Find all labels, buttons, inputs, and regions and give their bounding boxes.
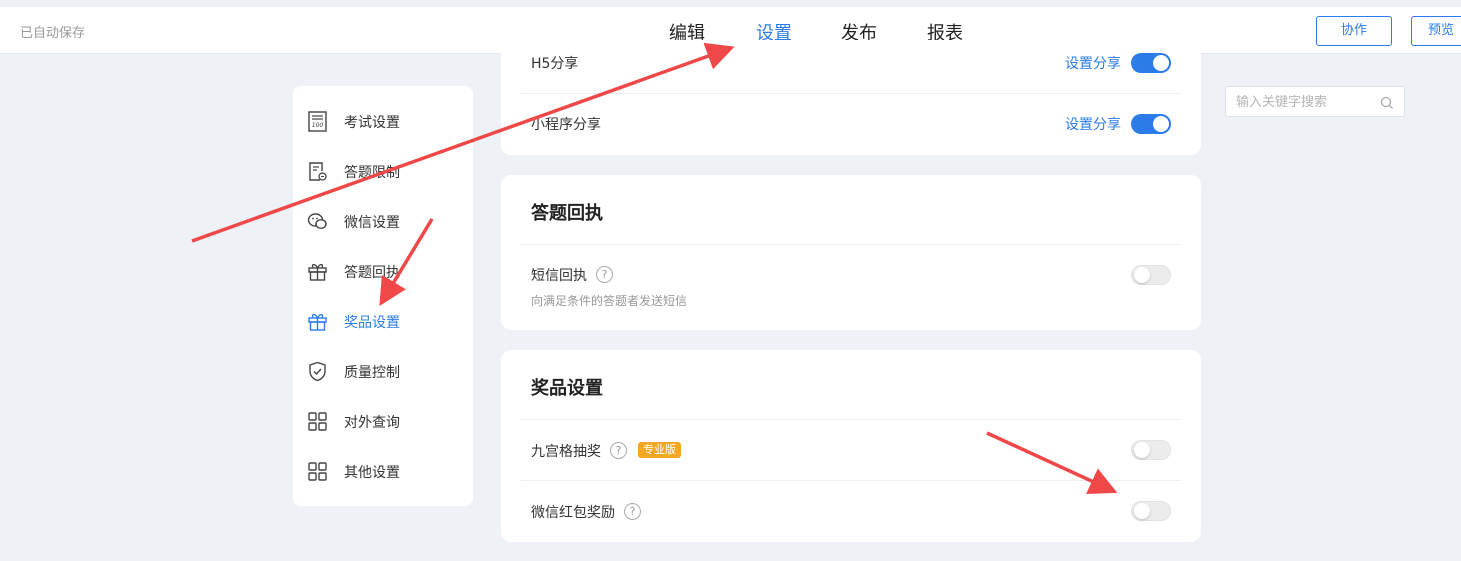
- wechat-icon: [307, 211, 328, 232]
- collaborate-button[interactable]: 协作: [1316, 16, 1392, 46]
- sidebar-item-answer-limit[interactable]: 答题限制: [293, 151, 473, 191]
- miniprogram-share-settings-link[interactable]: 设置分享: [1065, 114, 1121, 134]
- search-input[interactable]: [1236, 93, 1376, 111]
- h5-share-settings-link[interactable]: 设置分享: [1065, 53, 1121, 73]
- shield-check-icon: [307, 361, 328, 382]
- sidebar-item-label: 考试设置: [344, 115, 400, 131]
- sms-receipt-description: 向满足条件的答题者发送短信: [531, 294, 688, 308]
- sidebar-item-quality-control[interactable]: 质量控制: [293, 351, 473, 391]
- toggle-knob: [1134, 267, 1150, 283]
- toggle-knob: [1134, 503, 1150, 519]
- sidebar-item-label: 对外查询: [344, 415, 400, 431]
- doc-limit-icon: [307, 161, 328, 182]
- keyword-search-box[interactable]: [1225, 86, 1405, 117]
- svg-text:100: 100: [312, 122, 324, 129]
- grid-lottery-label: 九宫格抽奖: [531, 444, 601, 460]
- divider: [521, 93, 1181, 94]
- grid-lottery-toggle[interactable]: [1131, 440, 1171, 460]
- exam-sheet-icon: 100: [307, 111, 328, 132]
- sidebar-item-exam-settings[interactable]: 100 考试设置: [293, 101, 473, 141]
- gift-icon: [307, 311, 328, 332]
- h5-share-toggle[interactable]: [1131, 53, 1171, 73]
- grid-icon: [307, 461, 328, 482]
- miniprogram-share-label: 小程序分享: [531, 117, 601, 133]
- toggle-knob: [1134, 442, 1150, 458]
- sidebar-item-label: 答题限制: [344, 165, 400, 181]
- card-title: 答题回执: [531, 203, 603, 224]
- pro-version-badge: 专业版: [638, 442, 681, 458]
- wechat-redpacket-toggle[interactable]: [1131, 501, 1171, 521]
- sidebar-item-wechat-settings[interactable]: 微信设置: [293, 201, 473, 241]
- toggle-knob: [1153, 55, 1169, 71]
- answer-receipt-card: 答题回执 短信回执 ? 向满足条件的答题者发送短信: [501, 175, 1201, 330]
- sms-receipt-label: 短信回执: [531, 268, 587, 284]
- sidebar-item-answer-receipt[interactable]: 答题回执: [293, 251, 473, 291]
- sidebar-item-external-query[interactable]: 对外查询: [293, 401, 473, 441]
- help-icon[interactable]: ?: [596, 266, 613, 283]
- h5-share-label: H5分享: [531, 56, 579, 72]
- divider: [521, 480, 1181, 481]
- grid-icon: [307, 411, 328, 432]
- help-icon[interactable]: ?: [624, 503, 641, 520]
- sidebar-item-label: 奖品设置: [344, 315, 400, 331]
- divider: [521, 419, 1181, 420]
- preview-button[interactable]: 预览: [1411, 16, 1461, 46]
- gift-icon: [307, 261, 328, 282]
- sms-receipt-toggle[interactable]: [1131, 265, 1171, 285]
- divider: [521, 244, 1181, 245]
- search-icon[interactable]: [1380, 95, 1394, 109]
- toggle-knob: [1153, 116, 1169, 132]
- prize-settings-card: 奖品设置 九宫格抽奖 ? 专业版 微信红包奖励 ?: [501, 350, 1201, 542]
- help-icon[interactable]: ?: [610, 442, 627, 459]
- miniprogram-share-toggle[interactable]: [1131, 114, 1171, 134]
- card-title: 奖品设置: [531, 378, 603, 399]
- sidebar-item-other-settings[interactable]: 其他设置: [293, 451, 473, 491]
- sidebar-item-prize-settings[interactable]: 奖品设置: [293, 301, 473, 341]
- share-settings-card: H5分享 设置分享 小程序分享 设置分享: [501, 40, 1201, 155]
- sidebar-item-label: 答题回执: [344, 265, 400, 281]
- sidebar-item-label: 质量控制: [344, 365, 400, 381]
- sidebar-item-label: 其他设置: [344, 465, 400, 481]
- wechat-redpacket-label: 微信红包奖励: [531, 505, 615, 521]
- sidebar-item-label: 微信设置: [344, 215, 400, 231]
- settings-sidebar: 100 考试设置 答题限制 微信设置 答题回执 奖品设置 质量控制 对外查询 其…: [293, 86, 473, 506]
